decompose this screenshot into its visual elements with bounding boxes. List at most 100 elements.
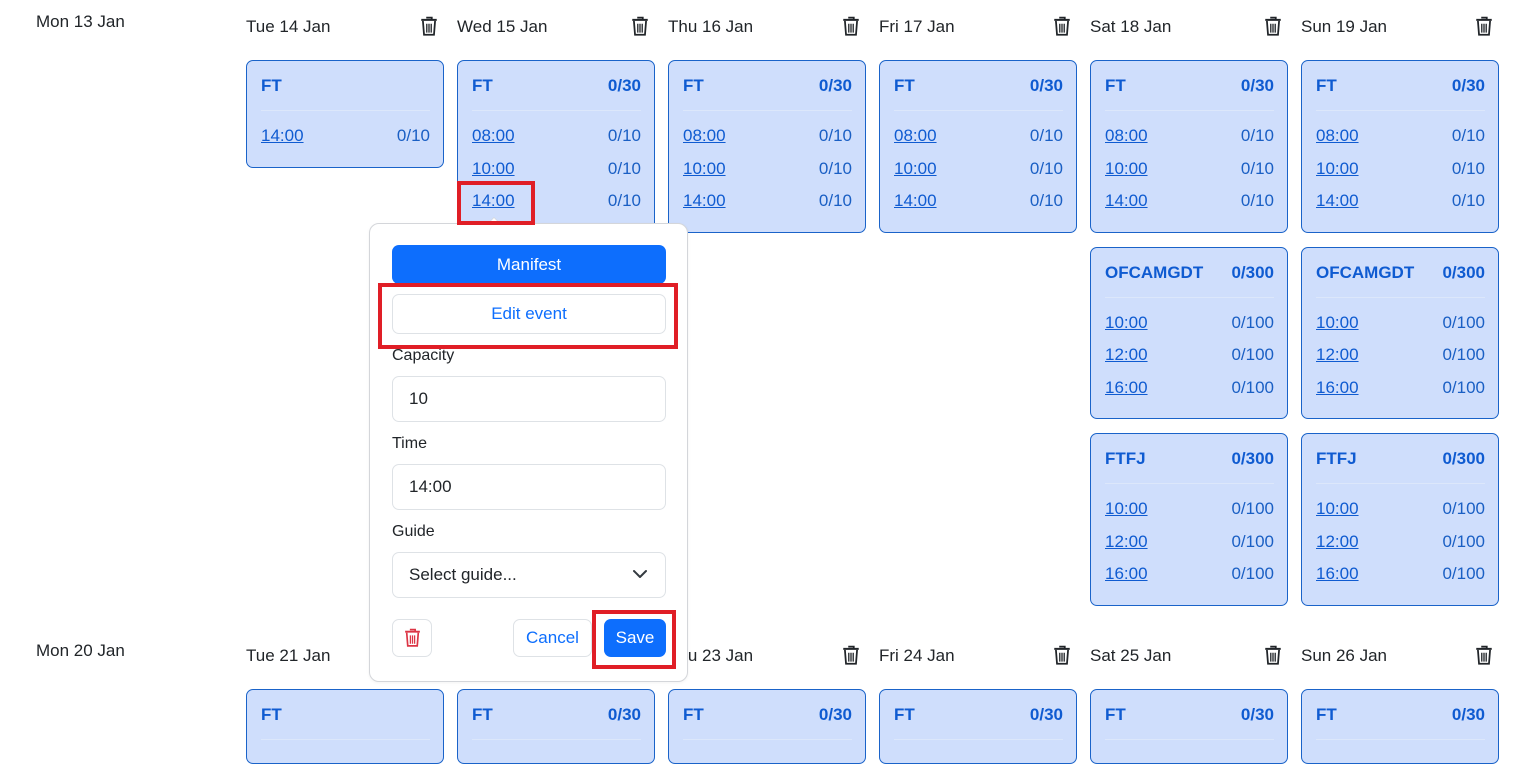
delete-day-button[interactable] — [631, 16, 651, 38]
time-slot: 10:00 0/100 — [1105, 493, 1274, 526]
guide-select-value[interactable]: Select guide... — [392, 552, 666, 598]
delete-day-button[interactable] — [1475, 645, 1495, 667]
event-card[interactable]: FT 0/30 — [668, 689, 866, 764]
time-slot-link[interactable]: 12:00 — [1105, 339, 1148, 372]
manifest-button[interactable]: Manifest — [392, 245, 666, 284]
time-slot-link[interactable]: 16:00 — [1316, 558, 1359, 591]
guide-select[interactable]: Select guide... — [392, 552, 666, 598]
time-slot-link[interactable]: 12:00 — [1105, 526, 1148, 559]
event-card[interactable]: FT 0/30 08:00 0/10 10:00 0/10 14:00 0/10 — [879, 60, 1077, 233]
event-card[interactable]: FTFJ 0/300 10:00 0/100 12:00 0/100 16:00 0/100 — [1301, 433, 1499, 606]
time-slot-link[interactable]: 12:00 — [1316, 526, 1359, 559]
event-card[interactable]: FT 14:00 0/10 — [246, 60, 444, 168]
time-slot: 12:00 0/100 — [1105, 339, 1274, 372]
slot-capacity: 0/100 — [1442, 312, 1485, 332]
slot-capacity: 0/100 — [1231, 345, 1274, 364]
time-slot: 08:00 0/10 — [683, 120, 852, 153]
event-list: FT 0/30 08:00 0/10 10:00 0/10 14:00 0/10 OFCAMGD… — [1301, 60, 1499, 620]
time-slot-link[interactable]: 16:00 — [1105, 372, 1148, 405]
time-slot-link[interactable]: 12:00 — [1316, 339, 1359, 372]
event-card[interactable]: FT 0/30 — [879, 689, 1077, 764]
event-card[interactable]: OFCAMGDT 0/300 10:00 0/100 12:00 0/100 16:00 0/… — [1301, 246, 1499, 419]
event-total-capacity: 0/30 — [1451, 76, 1485, 95]
event-card[interactable]: FT 0/30 — [1301, 689, 1499, 764]
event-list: FT 0/30 — [1090, 689, 1288, 778]
delete-day-button[interactable] — [842, 16, 862, 38]
day-label: Sat 18 Jan — [1090, 17, 1172, 36]
day-header: Sat 18 Jan — [1090, 16, 1288, 41]
delete-day-button[interactable] — [1053, 645, 1073, 667]
time-slot: 14:00 0/10 — [683, 185, 852, 218]
event-card[interactable]: FTFJ 0/300 10:00 0/100 12:00 0/100 16:00 0/100 — [1090, 433, 1288, 606]
event-card[interactable]: FT 0/30 — [1090, 689, 1288, 764]
time-slot-link[interactable]: 08:00 — [1105, 120, 1148, 153]
event-card[interactable]: FT 0/30 08:00 0/10 10:00 0/10 14:00 0/10 — [1301, 60, 1499, 233]
delete-day-button[interactable] — [1053, 16, 1073, 38]
time-slot: 14:00 0/10 — [894, 185, 1063, 218]
time-slot-link[interactable]: 10:00 — [472, 153, 515, 186]
capacity-label: Capacity — [392, 347, 455, 364]
delete-day-button[interactable] — [842, 645, 862, 667]
time-slot-link[interactable]: 14:00 — [683, 185, 726, 218]
event-total-capacity: 0/30 — [1240, 705, 1274, 724]
time-slot-link[interactable]: 10:00 — [1316, 153, 1359, 186]
event-card[interactable]: FT — [246, 689, 444, 764]
event-card-header: FTFJ 0/300 — [1316, 434, 1485, 484]
time-slot-link[interactable]: 08:00 — [894, 120, 937, 153]
time-slot-link[interactable]: 10:00 — [683, 153, 726, 186]
event-card[interactable]: FT 0/30 — [457, 689, 655, 764]
slot-capacity: 0/10 — [1451, 126, 1485, 145]
time-slot-link[interactable]: 08:00 — [683, 120, 726, 153]
cancel-button[interactable]: Cancel — [513, 619, 592, 657]
popover-footer: Cancel Save — [392, 619, 666, 657]
time-slot-link[interactable]: 08:00 — [1316, 120, 1359, 153]
event-card-header: FT 0/30 — [472, 61, 641, 111]
delete-event-button[interactable] — [392, 619, 432, 657]
day-header: Tue 14 Jan — [246, 16, 444, 41]
time-slot: 08:00 0/10 — [1316, 120, 1485, 153]
delete-day-button[interactable] — [420, 16, 440, 38]
slot-capacity: 0/10 — [1029, 191, 1063, 210]
time-slot: 08:00 0/10 — [1105, 120, 1274, 153]
time-slot-link[interactable]: 14:00 — [472, 185, 515, 218]
time-slot-link[interactable]: 08:00 — [472, 120, 515, 153]
time-slot-link[interactable]: 10:00 — [1105, 153, 1148, 186]
event-list: FT — [246, 689, 444, 778]
event-name: FT — [894, 76, 915, 95]
event-card[interactable]: OFCAMGDT 0/300 10:00 0/100 12:00 0/100 16:00 0/… — [1090, 246, 1288, 419]
event-card[interactable]: FT 0/30 08:00 0/10 10:00 0/10 14:00 0/10 — [668, 60, 866, 233]
time-input[interactable] — [392, 464, 666, 510]
time-slot-link[interactable]: 14:00 — [894, 185, 937, 218]
time-slot: 10:00 0/10 — [894, 153, 1063, 186]
delete-day-button[interactable] — [1264, 645, 1284, 667]
event-total-capacity: 0/30 — [607, 705, 641, 724]
edit-event-button[interactable]: Edit event — [392, 294, 666, 334]
time-slot-link[interactable]: 16:00 — [1105, 558, 1148, 591]
delete-day-button[interactable] — [1475, 16, 1495, 38]
time-slot-link[interactable]: 10:00 — [1105, 493, 1148, 526]
time-slot-link[interactable]: 14:00 — [1105, 185, 1148, 218]
event-name: OFCAMGDT — [1105, 262, 1204, 282]
delete-day-button[interactable] — [1264, 16, 1284, 38]
time-slot-link[interactable]: 14:00 — [261, 120, 304, 153]
event-card[interactable]: FT 0/30 08:00 0/10 10:00 0/10 14:00 0/10 — [1090, 60, 1288, 233]
slot-capacity: 0/10 — [818, 191, 852, 210]
time-slot: 10:00 0/100 — [1316, 307, 1485, 340]
time-slot-link[interactable]: 16:00 — [1316, 372, 1359, 405]
event-card[interactable]: FT 0/30 08:00 0/10 10:00 0/10 14:00 0/10 — [457, 60, 655, 233]
time-slot: 16:00 0/100 — [1316, 558, 1485, 591]
capacity-input[interactable] — [392, 376, 666, 422]
time-slot-link[interactable]: 10:00 — [1316, 493, 1359, 526]
event-card-header: OFCAMGDT 0/300 — [1316, 248, 1485, 298]
time-slot-link[interactable]: 10:00 — [1316, 307, 1359, 340]
event-list: FT 0/30 — [668, 689, 866, 778]
time-label: Time — [392, 435, 427, 452]
time-slot-link[interactable]: 10:00 — [894, 153, 937, 186]
time-slot: 12:00 0/100 — [1316, 339, 1485, 372]
event-total-capacity: 0/30 — [1240, 76, 1274, 95]
time-slot: 10:00 0/10 — [472, 153, 641, 186]
chevron-down-icon — [633, 570, 647, 578]
time-slot-link[interactable]: 10:00 — [1105, 307, 1148, 340]
time-slot-link[interactable]: 14:00 — [1316, 185, 1359, 218]
save-button[interactable]: Save — [604, 619, 666, 657]
